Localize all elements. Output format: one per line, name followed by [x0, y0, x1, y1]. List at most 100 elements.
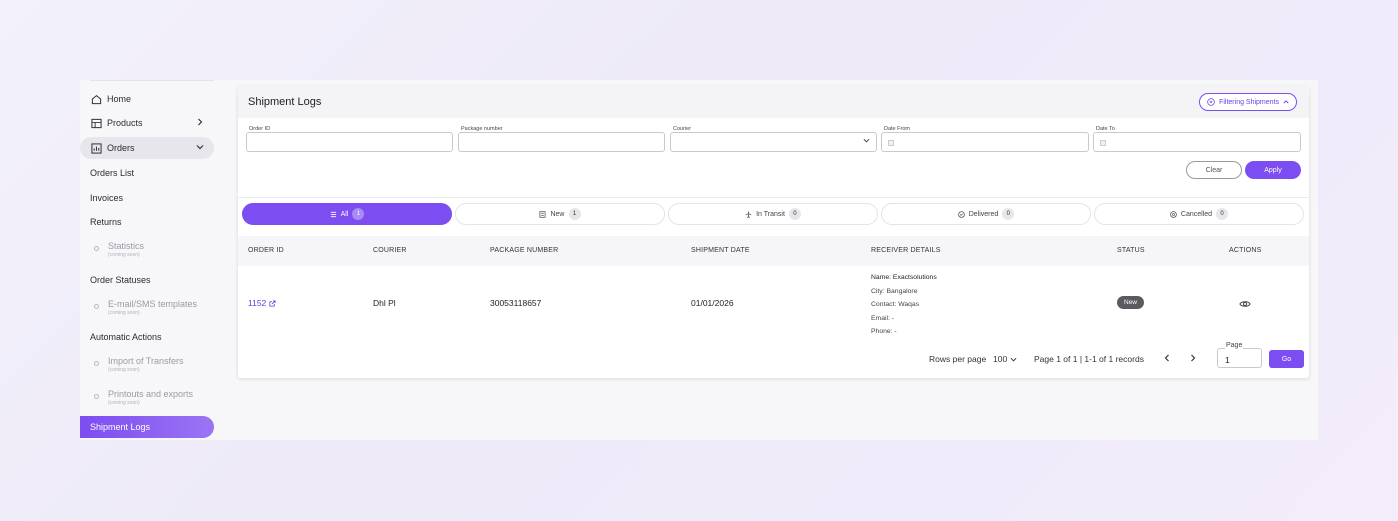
sidebar-item-email-sms: E-mail/SMS templates (coming soon) [94, 299, 197, 317]
receiver-email: Email: - [871, 314, 895, 322]
chevron-right-icon [1191, 354, 1196, 362]
tab-all[interactable]: All 1 [242, 203, 452, 225]
circle-icon [94, 246, 99, 251]
circle-icon [94, 394, 99, 399]
tab-delivered[interactable]: Delivered 0 [881, 203, 1091, 225]
tab-cancelled[interactable]: Cancelled 0 [1094, 203, 1304, 225]
courier-select[interactable] [670, 132, 877, 152]
sidebar-item-order-statuses[interactable]: Order Statuses [90, 275, 151, 285]
sidebar-item-automatic-actions[interactable]: Automatic Actions [90, 332, 162, 342]
filter-button-label: Filtering Shipments [1219, 98, 1279, 106]
table-row: 1152 Dhl Pl 30053118657 01/01/2026 Name:… [238, 266, 1309, 344]
card-header: Shipment Logs Filtering Shipments [238, 86, 1309, 118]
receiver-phone: Phone: - [871, 328, 897, 335]
receiver-name: Name: Exactsolutions [871, 274, 937, 281]
sidebar-item-invoices[interactable]: Invoices [90, 193, 123, 203]
sidebar-item-products[interactable]: Products [80, 112, 214, 134]
date-to-input[interactable] [1093, 132, 1301, 152]
column-header-order-id: ORDER ID [248, 247, 284, 254]
prev-page-button[interactable] [1163, 354, 1171, 364]
column-header-courier: COURIER [373, 247, 407, 254]
sidebar-item-returns[interactable]: Returns [90, 217, 122, 227]
column-header-actions: ACTIONS [1229, 247, 1262, 254]
order-id-input[interactable] [246, 132, 453, 152]
sidebar-item-home[interactable]: Home [80, 88, 214, 110]
sidebar-item-shipment-logs[interactable]: Shipment Logs [80, 416, 214, 438]
sidebar-item-label: Products [107, 118, 143, 128]
tab-count: 0 [788, 208, 801, 220]
sidebar-item-label: Home [107, 94, 132, 104]
tab-new[interactable]: New 1 [455, 203, 665, 225]
products-icon [90, 117, 102, 129]
next-page-button[interactable] [1189, 354, 1197, 364]
filter-icon [1207, 98, 1215, 106]
order-id-field: Order ID [246, 126, 453, 152]
sidebar-item-label: Statistics [108, 241, 145, 251]
apply-button[interactable]: Apply [1245, 161, 1301, 179]
chevron-left-icon [1164, 354, 1169, 362]
chevron-down-icon [1010, 357, 1017, 361]
calendar-icon [888, 140, 894, 146]
receiver-contact: Contact: Waqas [871, 301, 920, 308]
sidebar-item-label: Orders [107, 143, 135, 153]
package-number-input[interactable] [458, 132, 665, 152]
chevron-down-icon [863, 137, 870, 146]
column-header-shipment-date: SHIPMENT DATE [691, 247, 750, 254]
page-input-label: Page [1225, 342, 1244, 349]
sidebar-item-orders[interactable]: Orders [80, 137, 214, 159]
order-id-link[interactable]: 1152 [248, 298, 276, 308]
column-header-receiver-details: RECEIVER DETAILS [871, 247, 941, 254]
chevron-down-icon [196, 143, 204, 154]
tab-label: In Transit [756, 210, 785, 218]
tab-label: Delivered [968, 210, 999, 218]
sidebar-item-label: Import of Transfers [108, 356, 184, 366]
sidebar-divider [90, 80, 214, 81]
rows-per-page-label: Rows per page [929, 354, 987, 364]
tab-count: 1 [352, 208, 365, 220]
filtering-shipments-button[interactable]: Filtering Shipments [1199, 93, 1297, 111]
circle-icon [94, 304, 99, 309]
tab-count: 0 [1216, 208, 1229, 220]
tab-label: All [340, 210, 349, 218]
coming-soon-note: (coming soon) [108, 310, 140, 316]
table-header: ORDER ID COURIER PACKAGE NUMBER SHIPMENT… [238, 236, 1309, 266]
tab-in-transit[interactable]: In Transit 0 [668, 203, 878, 225]
tab-count: 0 [1002, 208, 1015, 220]
column-header-package-number: PACKAGE NUMBER [490, 247, 559, 254]
check-circle-icon [957, 210, 965, 218]
view-eye-icon[interactable] [1239, 296, 1251, 314]
page-number-input[interactable]: Page 1 [1217, 342, 1262, 368]
circle-icon [94, 361, 99, 366]
order-id-value: 1152 [248, 298, 267, 308]
pagination-summary: Page 1 of 1 | 1-1 of 1 records [1034, 354, 1144, 364]
tab-count: 1 [568, 208, 581, 220]
coming-soon-note: (coming soon) [108, 367, 140, 373]
clear-button[interactable]: Clear [1186, 161, 1242, 179]
divider [238, 197, 1309, 198]
date-from-input[interactable] [881, 132, 1089, 152]
receiver-details-cell: Name: Exactsolutions City: Bangalore Con… [871, 271, 937, 339]
page-title: Shipment Logs [248, 96, 322, 108]
sidebar-item-orders-list[interactable]: Orders List [90, 168, 134, 178]
rows-per-page-select[interactable]: 100 [993, 354, 1017, 364]
home-icon [90, 93, 102, 105]
chevron-right-icon [196, 118, 204, 129]
sidebar-item-label: E-mail/SMS templates [108, 299, 198, 309]
cancel-circle-icon [1170, 210, 1177, 218]
courier-cell: Dhl Pl [373, 298, 396, 308]
list-icon [330, 211, 336, 217]
go-button[interactable]: Go [1269, 350, 1304, 368]
receiver-city: City: Bangalore [871, 287, 918, 295]
chevron-up-icon [1283, 100, 1289, 104]
courier-field: Courier [670, 126, 877, 152]
status-tabs: All 1 New 1 In Transit 0 Delivered 0 Can… [242, 203, 1305, 225]
external-link-icon [269, 299, 276, 307]
package-number-cell: 30053118657 [490, 298, 542, 308]
sidebar: Home Products Orders Orders List Invoice… [80, 80, 216, 440]
document-icon [539, 210, 547, 218]
shipment-logs-card: Shipment Logs Filtering Shipments Order … [238, 86, 1309, 378]
column-header-status: STATUS [1117, 247, 1145, 254]
calendar-icon [1100, 140, 1106, 146]
coming-soon-note: (coming soon) [108, 252, 140, 258]
shipment-date-cell: 01/01/2026 [691, 298, 734, 308]
